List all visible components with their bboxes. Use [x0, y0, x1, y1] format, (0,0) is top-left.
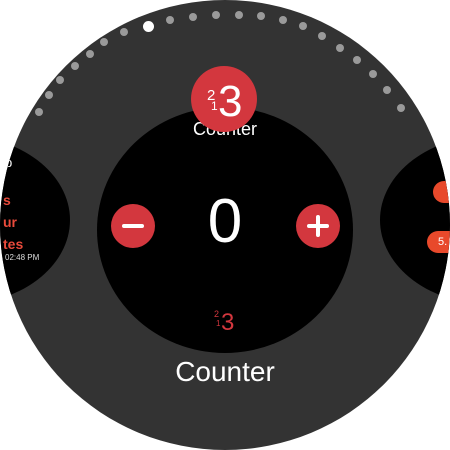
previous-tile[interactable]: p s ur tes 02:48 PM: [0, 135, 70, 305]
svg-text:3: 3: [221, 309, 234, 334]
page-dot[interactable]: [212, 11, 220, 19]
previous-tile-time: 02:48 PM: [5, 253, 40, 262]
watch-screen: p s ur tes 02:48 PM 5. Counter 0 2 1 3: [0, 0, 450, 450]
page-dot[interactable]: [235, 11, 243, 19]
previous-tile-line: tes: [3, 236, 24, 252]
page-dot[interactable]: [257, 12, 265, 20]
next-tile-badge-value: 5.: [427, 231, 450, 253]
page-dot[interactable]: [336, 44, 344, 52]
page-dot[interactable]: [56, 76, 64, 84]
previous-tile-line: s: [3, 192, 11, 208]
counter-123-icon: 2 1 3: [207, 77, 242, 126]
page-dot[interactable]: [279, 16, 287, 24]
page-dot[interactable]: [353, 56, 361, 64]
page-dot[interactable]: [45, 91, 53, 99]
page-dot[interactable]: [166, 16, 174, 24]
svg-text:2: 2: [214, 309, 219, 319]
page-dot-active[interactable]: [143, 21, 154, 32]
app-title: Counter: [175, 356, 275, 387]
page-dot[interactable]: [100, 38, 108, 46]
page-dot[interactable]: [71, 62, 79, 70]
page-dot[interactable]: [318, 32, 326, 40]
next-tile[interactable]: 5.: [380, 135, 450, 305]
counter-123-icon: 2 1 3: [214, 309, 234, 334]
svg-text:1: 1: [211, 99, 218, 113]
page-dot[interactable]: [189, 13, 197, 21]
app-icon[interactable]: 2 1 3: [191, 66, 257, 132]
svg-text:3: 3: [218, 77, 242, 126]
previous-tile-text: s ur tes: [3, 189, 23, 255]
page-dot[interactable]: [383, 86, 391, 94]
page-dot[interactable]: [86, 50, 94, 58]
counter-tile[interactable]: Counter 0 2 1 3: [97, 107, 353, 353]
previous-tile-label: p: [5, 155, 13, 170]
page-dot[interactable]: [35, 108, 43, 116]
plus-icon-vertical: [316, 215, 320, 237]
next-tile-badge: [433, 181, 450, 203]
page-dot[interactable]: [369, 70, 377, 78]
previous-tile-line: ur: [3, 214, 17, 230]
page-dot[interactable]: [120, 28, 128, 36]
increment-button[interactable]: [296, 204, 340, 248]
page-dot[interactable]: [397, 104, 405, 112]
page-dot[interactable]: [299, 22, 307, 30]
